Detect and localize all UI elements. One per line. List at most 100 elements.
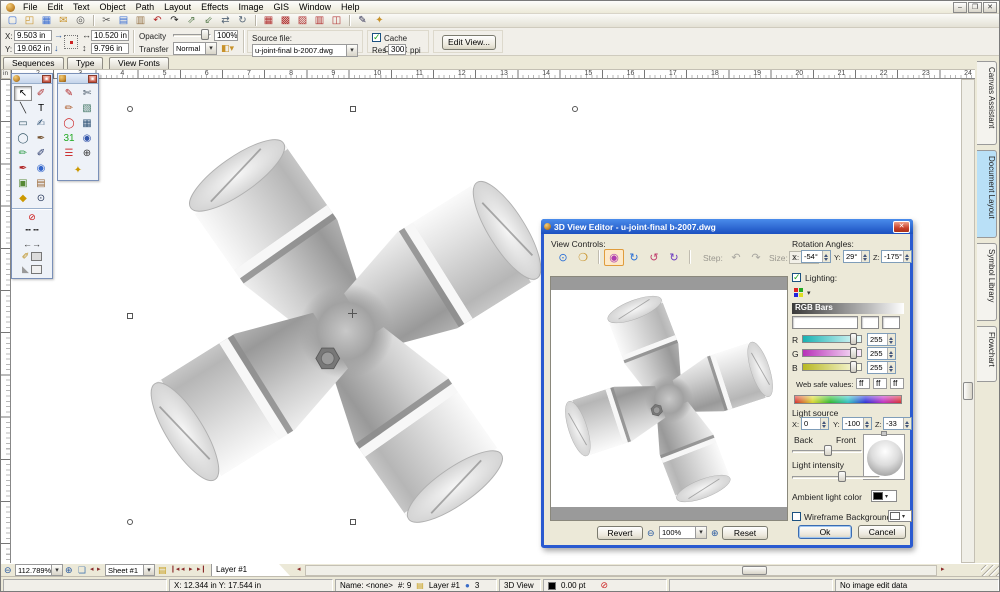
menu-item-text[interactable]: Text: [68, 2, 95, 12]
registration-target-tool[interactable]: ⊕: [78, 146, 96, 161]
y-position-field[interactable]: 19.062 in: [14, 43, 52, 54]
spectrum-bar[interactable]: [794, 395, 902, 404]
prev-sheet-button[interactable]: ◂: [90, 564, 94, 576]
zoom-in-icon[interactable]: ⊕: [65, 564, 73, 576]
light-x-spinner[interactable]: 0: [801, 417, 829, 430]
menu-item-object[interactable]: Object: [95, 2, 131, 12]
ok-button[interactable]: Ok: [798, 525, 852, 539]
menu-item-gis[interactable]: GIS: [268, 2, 294, 12]
merge-icon[interactable]: ▨: [294, 14, 311, 27]
dimension-tool[interactable]: ✒: [32, 131, 50, 146]
selection-handle-top-left[interactable]: [127, 106, 133, 112]
image-tool[interactable]: ▣: [14, 176, 32, 191]
export-icon[interactable]: ✉: [55, 14, 72, 27]
websafe-value-field[interactable]: ff: [856, 378, 870, 389]
opacity-slider[interactable]: [173, 29, 211, 41]
selection-handle-top-center[interactable]: [350, 106, 356, 112]
calendar-tool[interactable]: 31: [60, 131, 78, 146]
next-sheet-button[interactable]: ▸: [97, 564, 101, 576]
reset-button[interactable]: Reset: [722, 526, 768, 540]
rectangle-tool[interactable]: ▭: [14, 116, 32, 131]
next-layer-button[interactable]: ▸: [189, 564, 193, 576]
globe-edit-tool[interactable]: ◉: [78, 131, 96, 146]
selection-tool[interactable]: ↖: [14, 86, 32, 101]
preview-zoom-dropdown[interactable]: 100%: [659, 526, 707, 539]
ambient-color-dropdown[interactable]: ▾: [871, 490, 897, 502]
knife-tool[interactable]: ✐: [32, 86, 50, 101]
menu-item-image[interactable]: Image: [233, 2, 268, 12]
height-field[interactable]: 9.796 in: [91, 43, 129, 54]
websafe-value-field[interactable]: ff: [890, 378, 904, 389]
effects-brush-icon[interactable]: ✦: [371, 14, 388, 27]
u-joint-3d-object[interactable]: [121, 121, 571, 541]
pen-ink-selector[interactable]: ✐: [12, 250, 52, 263]
cancel-button[interactable]: Cancel: [858, 525, 906, 539]
menu-item-edit[interactable]: Edit: [43, 2, 69, 12]
new-document-icon[interactable]: ▢: [4, 14, 21, 27]
g-slider[interactable]: [802, 347, 862, 359]
3d-preview-area[interactable]: [550, 276, 788, 521]
resize-grip[interactable]: [981, 565, 999, 576]
vertical-ruler[interactable]: [1, 79, 11, 563]
text-tool[interactable]: T: [32, 101, 50, 116]
selection-handle-bottom-left[interactable]: [127, 519, 133, 525]
red-pen-tool[interactable]: ✎: [60, 86, 78, 101]
pan-tool-icon[interactable]: ❍: [573, 249, 593, 266]
rotate-x-button[interactable]: ↻: [624, 249, 644, 266]
vertical-scrollbar-thumb[interactable]: [963, 382, 973, 400]
websafe-value-field[interactable]: ff: [873, 378, 887, 389]
zoom-in-icon[interactable]: ⊕: [711, 528, 719, 539]
r-spinner[interactable]: 255: [867, 333, 896, 346]
redo-icon[interactable]: ↷: [166, 14, 183, 27]
vertical-scrollbar[interactable]: [961, 79, 975, 563]
toolbar-separator[interactable]: [349, 15, 350, 26]
x-position-field[interactable]: 9.503 in: [14, 30, 52, 41]
send-backward-icon[interactable]: ⇙: [200, 14, 217, 27]
dialog-title-bar[interactable]: 3D View Editor - u-joint-final b-2007.dw…: [541, 219, 913, 234]
menu-item-path[interactable]: Path: [131, 2, 160, 12]
dash-style-selector[interactable]: ╍ ╍: [12, 224, 52, 237]
save-icon[interactable]: ▦: [38, 14, 55, 27]
report-icon[interactable]: ▥: [311, 14, 328, 27]
menu-item-file[interactable]: File: [18, 2, 43, 12]
wireframe-checkbox[interactable]: [792, 512, 801, 521]
rotate-free-button[interactable]: ◉: [604, 249, 624, 266]
close-button[interactable]: ✕: [983, 2, 997, 13]
brush-tool[interactable]: ✏: [60, 101, 78, 116]
toolbar-separator[interactable]: [93, 15, 94, 26]
zoom-out-icon[interactable]: ⊖: [647, 528, 655, 539]
palette-title-bar[interactable]: ▣: [58, 74, 98, 84]
first-layer-button[interactable]: ❙◂: [170, 564, 179, 576]
anchor-point-selector[interactable]: [64, 35, 78, 49]
sheet-dropdown[interactable]: Sheet #1: [105, 564, 155, 576]
open-icon[interactable]: ◰: [21, 14, 38, 27]
marker-tool[interactable]: ✏: [14, 146, 32, 161]
paste-icon[interactable]: ▥: [132, 14, 149, 27]
selection-handle-top-right[interactable]: [572, 106, 578, 112]
last-layer-button[interactable]: ▸❙: [197, 564, 206, 576]
light-y-spinner[interactable]: -100: [842, 417, 872, 430]
palette-close-icon[interactable]: ▣: [42, 75, 51, 83]
step-left-icon[interactable]: ↶: [726, 249, 746, 266]
ellipse-annotation-tool[interactable]: ◯: [60, 116, 78, 131]
image-edit-tool[interactable]: ▧: [78, 101, 96, 116]
menu-item-layout[interactable]: Layout: [159, 2, 196, 12]
menu-item-effects[interactable]: Effects: [196, 2, 233, 12]
b-spinner[interactable]: 255: [867, 361, 896, 374]
gradient-selector[interactable]: ◣: [12, 263, 52, 276]
prev-layer-button[interactable]: ◂: [181, 564, 185, 576]
scroll-left-button[interactable]: ◂: [297, 564, 301, 576]
side-tab-canvas-assistant[interactable]: Canvas Assistant: [977, 61, 997, 145]
menu-item-window[interactable]: Window: [294, 2, 336, 12]
bucket-tool[interactable]: ◆: [14, 191, 32, 206]
color-picker-icon[interactable]: [794, 288, 803, 297]
compare-color-swatch-2[interactable]: [882, 316, 900, 329]
zoom-level-dropdown[interactable]: 112.789%: [15, 564, 63, 576]
scroll-right-button[interactable]: ▸: [941, 564, 945, 576]
object-center-marker[interactable]: [348, 309, 357, 318]
annotate-icon[interactable]: ✎: [354, 14, 371, 27]
find-icon[interactable]: ◎: [72, 14, 89, 27]
view-controls-separator[interactable]: [689, 250, 690, 264]
source-file-dropdown[interactable]: u-joint-final b-2007.dwg: [252, 44, 358, 57]
res-field[interactable]: 300: [388, 44, 406, 55]
